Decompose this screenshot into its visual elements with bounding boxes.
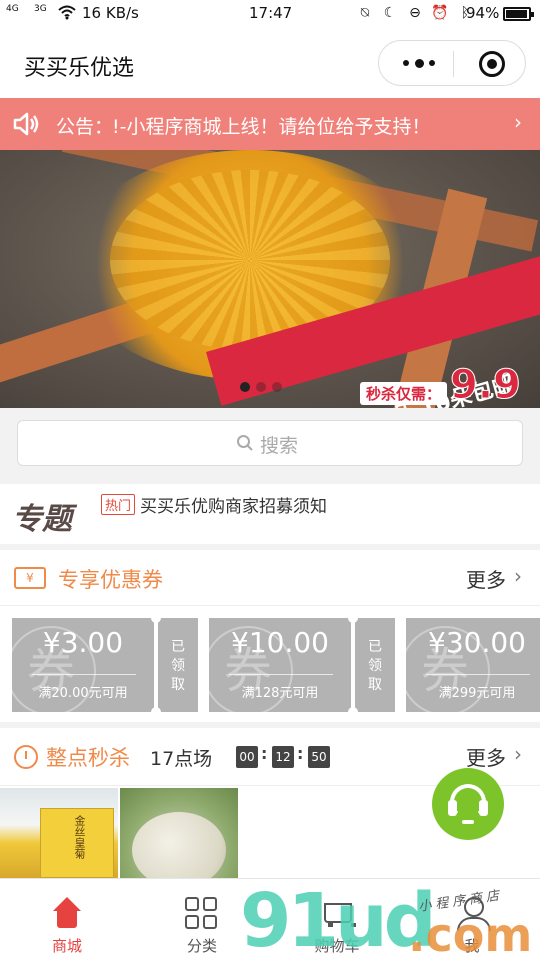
close-miniprogram-icon[interactable] xyxy=(479,51,505,77)
countdown-colon: : xyxy=(297,744,304,763)
carousel-dot[interactable] xyxy=(272,382,282,392)
flash-sale-hour: 17点场 xyxy=(150,748,213,770)
countdown-seconds: 50 xyxy=(308,746,330,768)
tab-home[interactable]: 商城 xyxy=(22,897,112,956)
product-thumbnail-pumpkin[interactable] xyxy=(120,788,238,880)
search-icon xyxy=(237,435,253,451)
product-thumbnail-chrysanthemum[interactable]: 金丝皇菊 xyxy=(0,788,118,880)
coupon-status: 已领取 xyxy=(151,613,198,717)
tab-label: 商城 xyxy=(51,937,82,955)
tab-category[interactable]: 分类 xyxy=(157,897,247,956)
search-input[interactable]: 搜索 xyxy=(17,420,523,466)
grid-icon xyxy=(185,897,219,931)
topic-section[interactable]: 专题 热门 买买乐优购商家招募须知 xyxy=(0,484,540,544)
coupon-card[interactable]: 券 ¥10.00 满128元可用 已领取 xyxy=(209,613,399,717)
nav-bar: 买买乐优选 xyxy=(0,28,540,98)
topic-logo: 专题 xyxy=(12,502,72,537)
coupon-amount: ¥30.00 xyxy=(428,626,526,659)
carousel-dot[interactable] xyxy=(240,382,250,392)
announcement-text: !-小程序商城上线！请给位给予支持！ xyxy=(112,116,431,138)
battery-percent: 94% xyxy=(466,4,500,22)
coupon-ticket-icon: ¥ xyxy=(14,567,46,589)
search-section: 搜索 xyxy=(0,408,540,480)
coupon-amount: ¥3.00 xyxy=(42,626,124,659)
wifi-icon xyxy=(58,5,76,20)
miniprogram-capsule xyxy=(378,40,526,86)
moon-icon: ☾ xyxy=(383,5,397,21)
stopwatch-icon xyxy=(14,745,38,769)
tab-label: 分类 xyxy=(186,937,217,955)
site-watermark-domain: .com xyxy=(408,908,533,960)
countdown-minutes: 12 xyxy=(272,746,294,768)
status-bar: 4G 3G 16 KB/s 17:47 ⍉ ☾ ⊖ ⏰ ᛒ 94% xyxy=(0,0,540,28)
site-watermark: 91ud xyxy=(240,878,437,960)
do-not-disturb-icon: ⊖ xyxy=(409,5,421,21)
clock-time: 17:47 xyxy=(249,4,293,22)
topic-headline[interactable]: 买买乐优购商家招募须知 xyxy=(140,492,327,517)
network-speed: 16 KB/s xyxy=(82,4,139,22)
signal-icon: 4G xyxy=(6,4,19,14)
chevron-right-icon: › xyxy=(514,110,522,134)
countdown-hours: 00 xyxy=(236,746,258,768)
home-icon xyxy=(50,897,84,931)
chevron-right-icon: › xyxy=(514,742,522,766)
coupon-more-link[interactable]: 更多 xyxy=(466,564,506,593)
alarm-icon: ⏰ xyxy=(431,5,449,21)
search-placeholder: 搜索 xyxy=(260,435,299,457)
battery-icon xyxy=(503,7,534,21)
speaker-icon xyxy=(13,112,39,136)
coupon-header: ¥ 专享优惠券 更多 › xyxy=(0,550,540,606)
product-box: 金丝皇菊 xyxy=(40,808,114,878)
announcement-label: 公告： xyxy=(56,116,114,138)
coupon-card[interactable]: 券 ¥3.00 满20.00元可用 已领取 xyxy=(12,613,202,717)
page-title: 买买乐优选 xyxy=(24,56,135,81)
customer-service-button[interactable] xyxy=(432,768,504,840)
promo-banner[interactable]: 金丝皇菊 一杯一朵 10朵包邮 秒杀仅需： 9.9 xyxy=(0,150,540,408)
more-menu-icon[interactable] xyxy=(403,53,435,73)
capsule-divider xyxy=(453,51,454,77)
coupon-card[interactable]: 券 ¥30.00 满299元可用 xyxy=(406,618,540,712)
pumpkin-image xyxy=(132,812,226,880)
coupon-status: 已领取 xyxy=(348,613,395,717)
coupon-section-title: 专享优惠券 xyxy=(58,568,163,592)
banner-price: 9.9 xyxy=(450,362,522,409)
coupon-section: ¥ 专享优惠券 更多 › 券 ¥3.00 满20.00元可用 已领取 券 ¥10… xyxy=(0,550,540,722)
vibrate-off-icon: ⍉ xyxy=(360,5,370,21)
banner-price-label: 秒杀仅需： xyxy=(360,382,448,405)
flash-sale-more-link[interactable]: 更多 xyxy=(466,742,506,771)
product-box-text: 金丝皇菊 xyxy=(73,815,86,859)
hot-badge: 热门 xyxy=(101,494,136,515)
chevron-right-icon: › xyxy=(514,564,522,588)
signal-icon-2: 3G xyxy=(34,4,47,14)
carousel-dot[interactable] xyxy=(256,382,266,392)
coupon-condition: 满299元可用 xyxy=(438,686,516,701)
countdown-colon: : xyxy=(261,744,268,763)
announcement-bar[interactable]: 公告： !-小程序商城上线！请给位给予支持！ › xyxy=(0,98,540,150)
flash-sale-title: 整点秒杀 xyxy=(46,746,130,770)
coupon-amount: ¥10.00 xyxy=(231,626,329,659)
coupon-condition: 满20.00元可用 xyxy=(38,686,128,701)
coupon-condition: 满128元可用 xyxy=(241,686,319,701)
